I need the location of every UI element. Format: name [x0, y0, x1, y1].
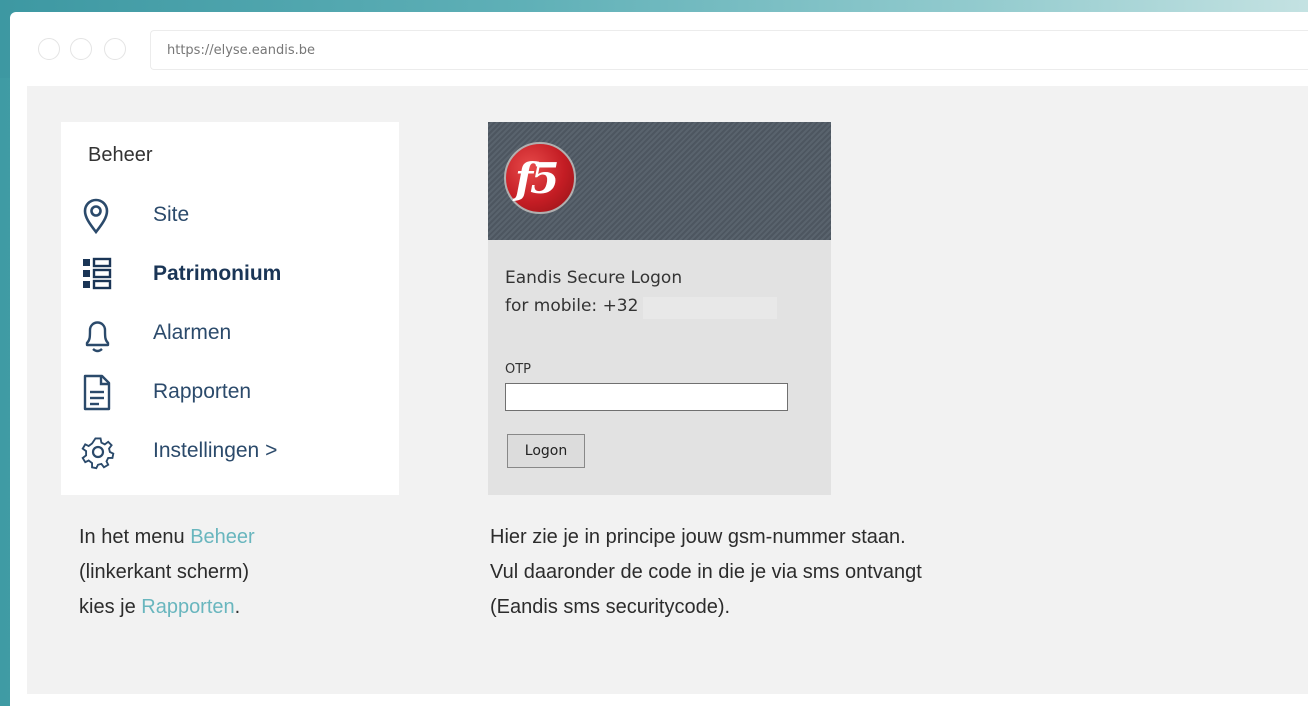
window-minimize-icon[interactable] — [70, 38, 92, 60]
menu-item-patrimonium[interactable]: Patrimonium — [79, 250, 389, 300]
caption-text: In het menu — [79, 526, 191, 548]
logon-button[interactable]: Logon — [507, 434, 585, 468]
f5-logon-panel: f5 Eandis Secure Logon for mobile: +32 O… — [488, 122, 831, 495]
rapporten-highlight: Rapporten — [141, 596, 235, 618]
window-maximize-icon[interactable] — [104, 38, 126, 60]
logon-heading: Eandis Secure Logon — [505, 268, 683, 288]
f5-logo: f5 — [504, 142, 576, 214]
location-pin-icon — [83, 198, 109, 235]
menu-item-label: Instellingen > — [153, 439, 278, 462]
url-text: https://elyse.eandis.be — [167, 43, 316, 58]
right-caption-line1: Hier zie je in principe jouw gsm-nummer … — [490, 526, 906, 548]
redacted-number — [643, 297, 777, 319]
right-caption: Hier zie je in principe jouw gsm-nummer … — [490, 520, 922, 625]
left-caption: In het menu Beheer (linkerkant scherm) k… — [79, 520, 255, 625]
left-caption-line1: In het menu Beheer — [79, 520, 255, 555]
mobile-number-line: for mobile: +32 — [505, 296, 639, 316]
menu-item-label: Site — [153, 203, 190, 226]
menu-item-label: Patrimonium — [153, 262, 282, 285]
left-caption-line3: kies je Rapporten. — [79, 590, 255, 625]
caption-text: . — [234, 596, 241, 618]
menu-item-alarmen[interactable]: Alarmen — [79, 309, 389, 359]
browser-titlebar: https://elyse.eandis.be — [10, 12, 1308, 84]
address-bar[interactable]: https://elyse.eandis.be — [150, 30, 1308, 70]
gear-icon — [81, 437, 115, 470]
beheer-highlight: Beheer — [190, 526, 255, 548]
menu-item-rapporten[interactable]: Rapporten — [79, 368, 389, 418]
menu-title: Beheer — [88, 144, 153, 166]
right-caption-line3: (Eandis sms securitycode). — [490, 596, 731, 618]
document-icon — [83, 374, 111, 411]
otp-input[interactable] — [505, 383, 788, 411]
f5-header: f5 — [488, 122, 831, 240]
left-caption-line2: (linkerkant scherm) — [79, 561, 250, 583]
window-close-icon[interactable] — [38, 38, 60, 60]
menu-item-label: Rapporten — [153, 380, 252, 403]
bell-icon — [85, 321, 110, 353]
f5-logo-text: f5 — [515, 154, 559, 203]
menu-item-label: Alarmen — [153, 321, 232, 344]
browser-window: https://elyse.eandis.be Beheer Site Patr… — [10, 12, 1308, 706]
page-content: Beheer Site Patrimonium Alarmen Rapporte… — [27, 86, 1308, 694]
otp-label: OTP — [505, 362, 532, 377]
caption-text: kies je — [79, 596, 142, 618]
menu-item-site[interactable]: Site — [79, 191, 389, 241]
list-grid-icon — [83, 257, 112, 290]
beheer-menu: Beheer Site Patrimonium Alarmen Rapporte… — [61, 122, 399, 495]
right-caption-line2: Vul daaronder de code in die je via sms … — [490, 561, 922, 583]
menu-item-instellingen[interactable]: Instellingen > — [79, 427, 389, 477]
